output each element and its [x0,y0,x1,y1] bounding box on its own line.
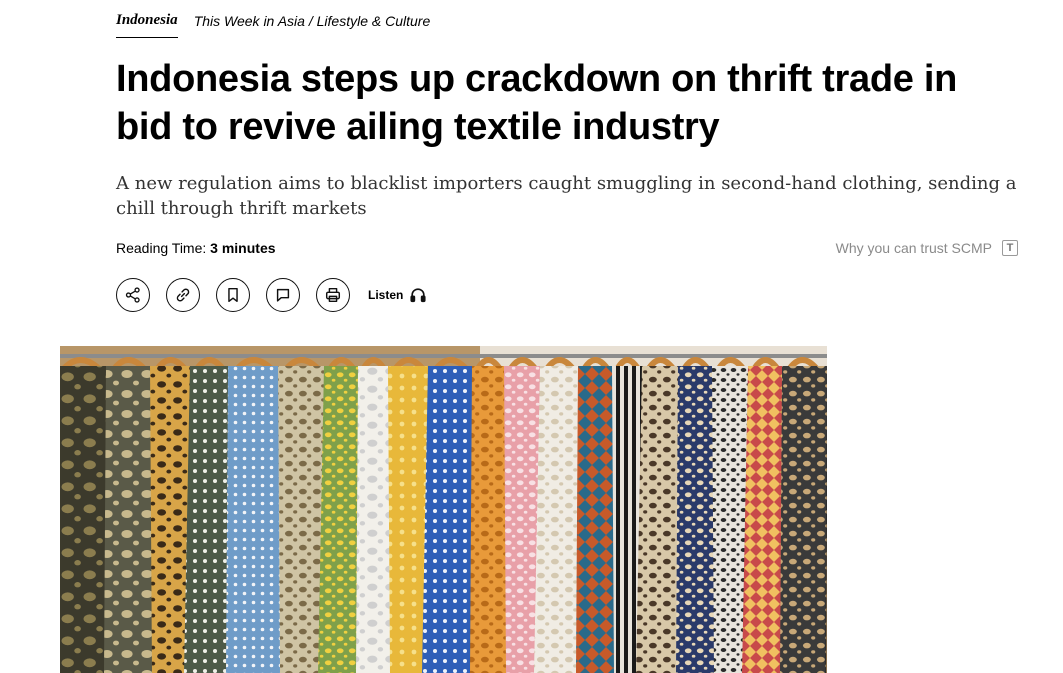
print-button[interactable] [316,278,350,312]
comment-icon [276,288,290,302]
listen-button[interactable]: Listen [368,286,427,304]
article-toolbar: Listen [116,278,427,312]
reading-time-label: Reading Time: [116,240,207,256]
article-headline: Indonesia steps up crackdown on thrift t… [116,58,958,148]
trust-icon: T [1002,240,1018,256]
breadcrumb-separator: / [308,13,313,29]
copy-link-button[interactable] [166,278,200,312]
comment-button[interactable] [266,278,300,312]
section-nav: Indonesia This Week in Asia / Lifestyle … [116,12,430,38]
breadcrumb-lifestyle-culture[interactable]: Lifestyle & Culture [317,13,431,29]
bookmark-button[interactable] [216,278,250,312]
trust-link[interactable]: Why you can trust SCMP T [836,240,1018,256]
headphones-icon [410,288,426,303]
share-icon [125,287,140,303]
trust-label: Why you can trust SCMP [835,240,992,256]
bookmark-icon [228,287,238,303]
reading-time-value: 3 minutes [210,240,276,256]
section-link-indonesia[interactable]: Indonesia [116,12,178,38]
listen-label: Listen [368,288,404,302]
link-icon [176,288,190,302]
share-button[interactable] [116,278,150,312]
breadcrumb: This Week in Asia / Lifestyle & Culture [194,13,431,38]
hero-image [60,346,827,673]
clothing-rack-illustration [60,346,827,673]
article-subhead: A new regulation aims to blacklist impor… [116,173,1017,219]
reading-time: Reading Time: 3 minutes [116,240,276,256]
print-icon [325,287,341,303]
breadcrumb-this-week-in-asia[interactable]: This Week in Asia [194,13,305,29]
